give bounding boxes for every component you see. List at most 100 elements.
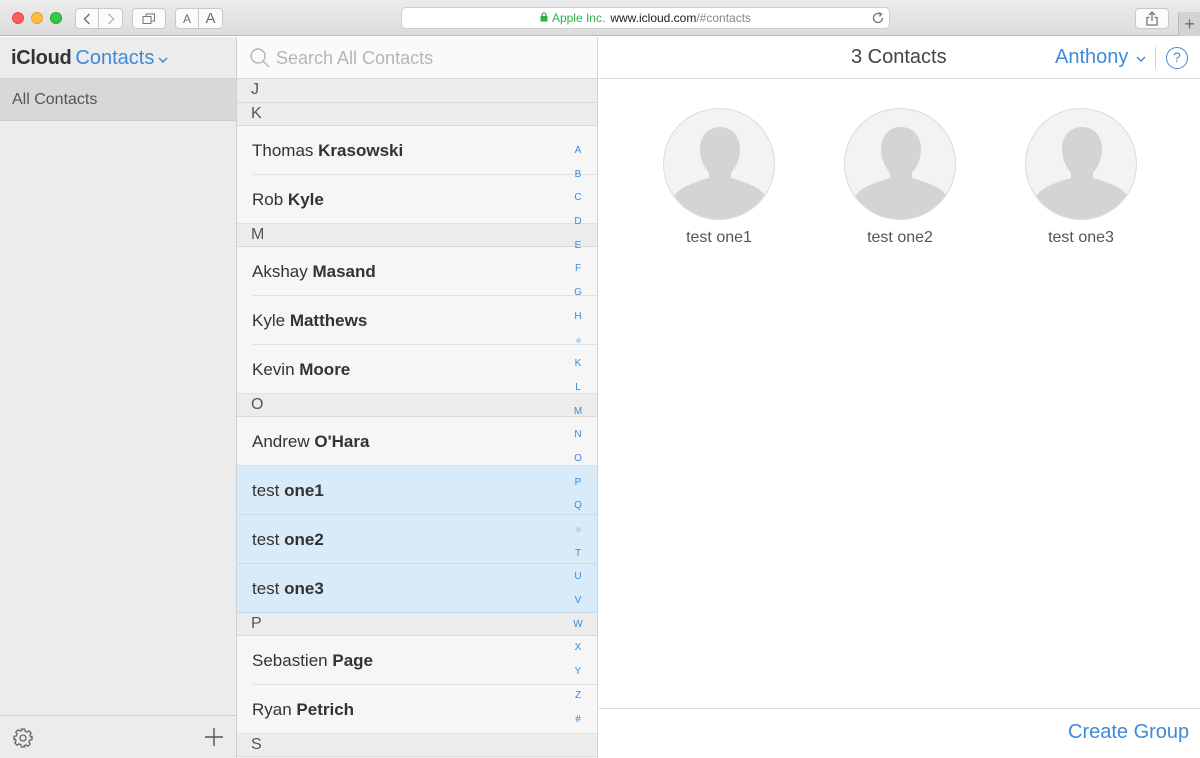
contact-last-name: one2 (284, 530, 324, 549)
contact-row-selected[interactable]: test one3 (237, 564, 597, 613)
index-letter[interactable]: G (570, 281, 586, 305)
text-smaller-button[interactable]: A (175, 8, 199, 29)
section-header-k: K (237, 103, 597, 126)
index-letter[interactable]: C (570, 186, 586, 210)
reload-icon[interactable] (871, 11, 885, 28)
contact-last-name: Krasowski (318, 141, 404, 160)
index-letter[interactable]: W (570, 613, 586, 637)
contact-first-name: Thomas (252, 141, 314, 160)
index-separator-dot[interactable] (570, 518, 586, 542)
index-letter[interactable]: X (570, 636, 586, 660)
plus-icon: + (1184, 13, 1195, 34)
gear-icon[interactable] (12, 727, 34, 754)
index-letter[interactable]: U (570, 565, 586, 589)
search-bar[interactable]: Search All Contacts (237, 37, 597, 79)
avatar (1025, 108, 1137, 220)
account-menu[interactable]: Anthony (1055, 46, 1146, 69)
address-host: www.icloud.com (610, 11, 697, 25)
back-button[interactable] (75, 8, 99, 29)
index-letter[interactable]: Z (570, 684, 586, 708)
contact-first-name: test (252, 579, 280, 598)
contact-card[interactable]: test one2 (844, 108, 956, 247)
contact-last-name: Moore (299, 360, 351, 379)
new-tab-button[interactable]: + (1178, 12, 1200, 36)
index-letter[interactable]: N (570, 423, 586, 447)
chevron-right-icon (107, 12, 115, 25)
contact-first-name: Sebastien (252, 651, 328, 670)
address-bar[interactable]: Apple Inc. www.icloud.com/#contacts (401, 7, 890, 29)
detail-footer: Create Group (599, 708, 1200, 758)
contact-row[interactable]: Sebastien Page (237, 636, 597, 685)
contact-row[interactable]: Ryan Petrich (237, 685, 597, 734)
person-silhouette-icon (672, 127, 768, 219)
section-header-m: M (237, 224, 597, 247)
contact-last-name: one1 (284, 481, 324, 500)
divider (1155, 47, 1156, 69)
search-input[interactable]: Search All Contacts (276, 48, 433, 69)
contact-row[interactable]: Andrew O'Hara (237, 417, 597, 466)
text-larger-button[interactable]: A (199, 8, 223, 29)
app-title[interactable]: iCloud Contacts (11, 47, 168, 70)
help-button[interactable]: ? (1166, 47, 1188, 69)
index-letter[interactable]: # (570, 708, 586, 732)
share-icon (1146, 11, 1158, 26)
minimize-window-button[interactable] (31, 12, 43, 24)
app-name: Contacts (75, 47, 155, 69)
person-silhouette-icon (853, 127, 949, 219)
index-letter[interactable]: L (570, 376, 586, 400)
contact-row[interactable]: Kevin Moore (237, 345, 597, 394)
index-letter[interactable]: E (570, 234, 586, 258)
index-letter[interactable]: Q (570, 494, 586, 518)
section-header-s: S (237, 734, 597, 757)
contact-card[interactable]: test one3 (1025, 108, 1137, 247)
contact-first-name: test (252, 481, 280, 500)
index-letter[interactable]: T (570, 542, 586, 566)
contact-last-name: Matthews (289, 311, 368, 330)
index-letter[interactable]: B (570, 163, 586, 187)
contact-last-name: Petrich (296, 700, 355, 719)
contact-row-selected[interactable]: test one1 (237, 466, 597, 515)
index-letter[interactable]: H (570, 305, 586, 329)
index-letter[interactable]: Y (570, 660, 586, 684)
contact-first-name: Kyle (252, 311, 286, 330)
alphabet-index[interactable]: A B C D E F G H K L M N O P Q T U V W X Y Z # (570, 139, 586, 731)
close-window-button[interactable] (12, 12, 24, 24)
contact-row-selected[interactable]: test one2 (237, 515, 597, 564)
address-path: /#contacts (696, 11, 752, 25)
contact-last-name: one3 (284, 579, 324, 598)
index-separator-dot[interactable] (570, 329, 586, 353)
add-contact-button[interactable] (203, 726, 225, 753)
section-header-p: P (237, 613, 597, 636)
index-letter[interactable]: O (570, 447, 586, 471)
tabs-icon (142, 13, 155, 24)
zoom-window-button[interactable] (50, 12, 62, 24)
create-group-button[interactable]: Create Group (1068, 721, 1189, 744)
index-letter[interactable]: M (570, 400, 586, 424)
index-letter[interactable]: F (570, 257, 586, 281)
index-letter[interactable]: D (570, 210, 586, 234)
contact-row[interactable]: Kyle Matthews (237, 296, 597, 345)
sidebar-item-all-contacts[interactable]: All Contacts (0, 79, 236, 121)
contact-card-name: test one3 (1048, 229, 1114, 246)
contact-last-name: Page (332, 651, 373, 670)
index-letter[interactable]: K (570, 352, 586, 376)
avatar (844, 108, 956, 220)
contact-last-name: Kyle (287, 190, 324, 209)
index-letter[interactable]: A (570, 139, 586, 163)
contact-row[interactable]: Thomas Krasowski (237, 126, 597, 175)
forward-button[interactable] (99, 8, 123, 29)
contact-card[interactable]: test one1 (663, 108, 775, 247)
share-button[interactable] (1135, 8, 1169, 29)
contact-row[interactable]: Rob Kyle (237, 175, 597, 224)
contact-first-name: test (252, 530, 280, 549)
tab-overview-button[interactable] (132, 8, 166, 29)
contact-list-pane: Search All Contacts J K Thomas Krasowski… (237, 37, 598, 758)
index-letter[interactable]: P (570, 471, 586, 495)
chevron-down-icon (158, 47, 168, 70)
contact-row[interactable]: Akshay Masand (237, 247, 597, 296)
contact-first-name: Kevin (252, 360, 295, 379)
contact-first-name: Ryan (252, 700, 292, 719)
index-letter[interactable]: V (570, 589, 586, 613)
contact-last-name: Masand (312, 262, 376, 281)
contact-first-name: Rob (252, 190, 284, 209)
